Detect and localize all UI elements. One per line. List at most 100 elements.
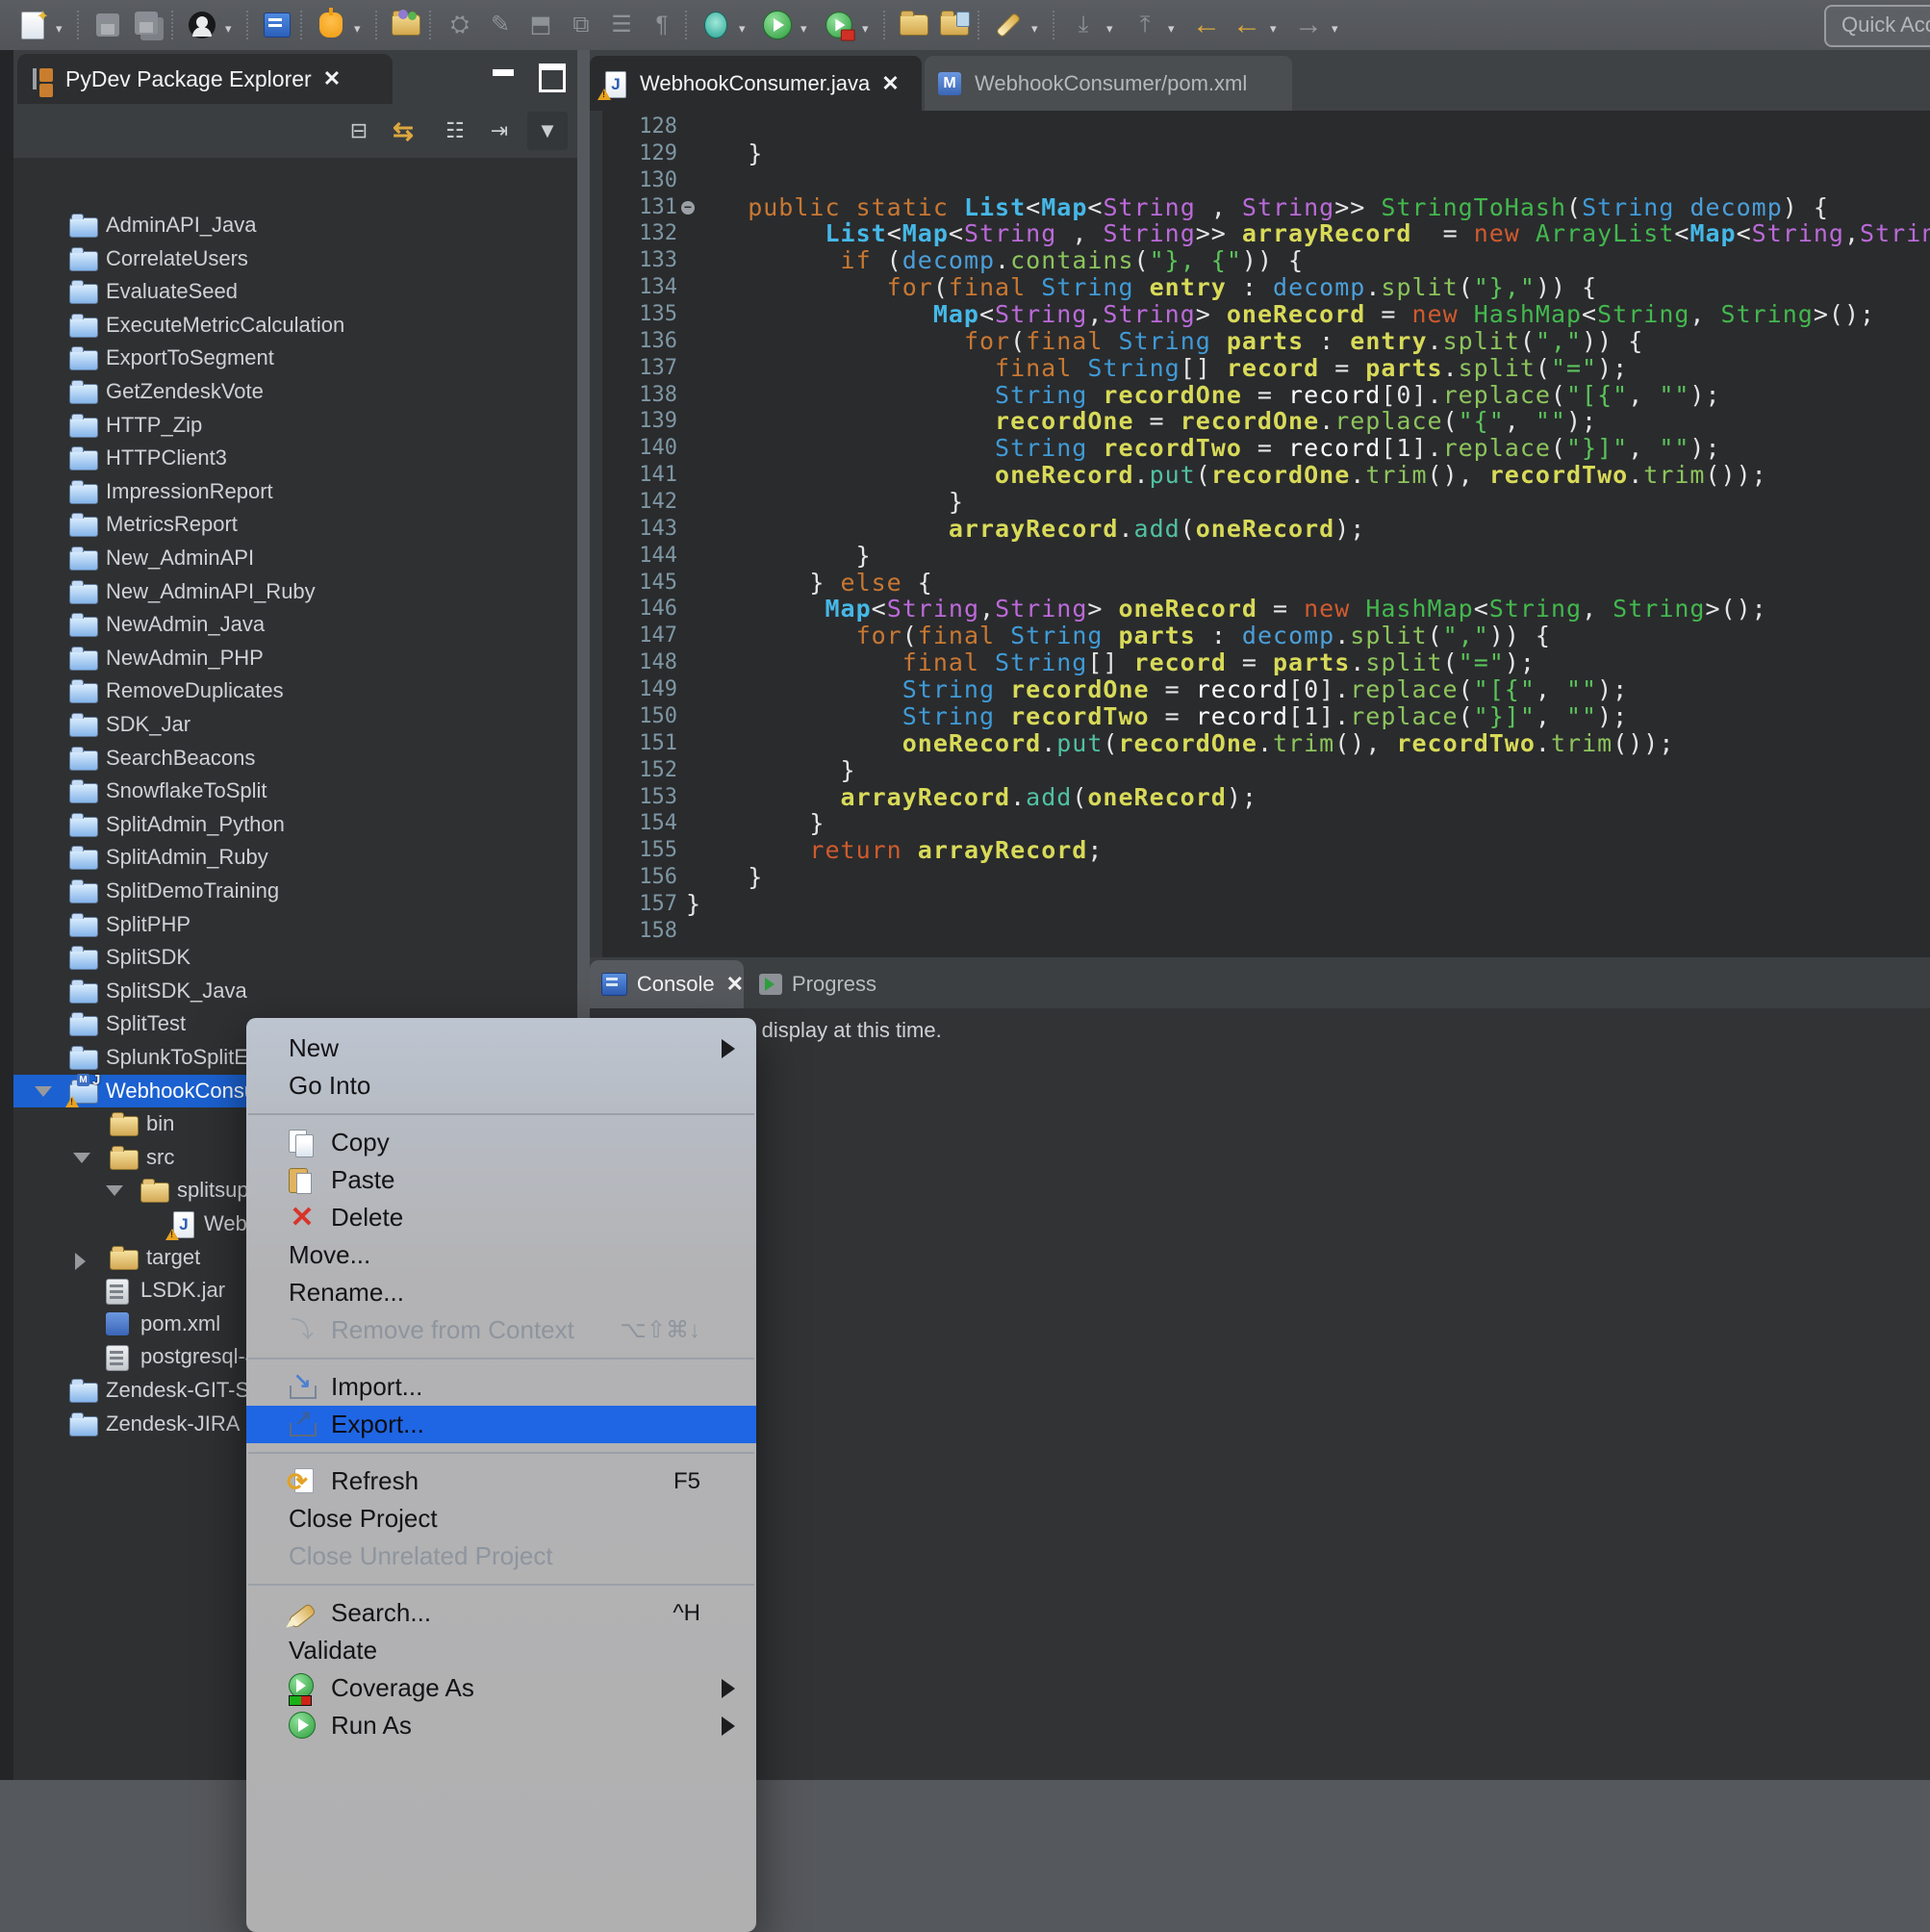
chevron-down-icon[interactable]: ▾ (56, 21, 63, 37)
tree-item-splitphp[interactable]: SplitPHP (13, 908, 577, 941)
collapse-all-icon[interactable]: ⊟ (339, 112, 379, 150)
folder-blue-icon (69, 578, 98, 605)
line-number: 128 (602, 114, 677, 140)
tree-item-splitadmin-ruby[interactable]: SplitAdmin_Ruby (13, 841, 577, 874)
view-menu-icon[interactable]: ▼ (527, 112, 568, 150)
expander-down-icon[interactable] (73, 1153, 90, 1163)
tree-item-removeduplicates[interactable]: RemoveDuplicates (13, 674, 577, 707)
tree-item-newadmin-php[interactable]: NewAdmin_PHP (13, 642, 577, 674)
tree-item-adminapi-java[interactable]: AdminAPI_Java (13, 209, 577, 242)
toolbar-separator (1053, 11, 1054, 39)
console-panel: Console ✕ Progress No consoles to displa… (590, 957, 1930, 1780)
quick-access-input[interactable]: Quick Acc (1824, 5, 1930, 47)
remote-console-icon[interactable] (260, 9, 294, 41)
tab-console[interactable]: Console ✕ (590, 960, 744, 1008)
menu-item-move[interactable]: Move... (246, 1236, 756, 1274)
open-resource-icon[interactable] (897, 9, 931, 41)
code-line-144: 144 } (590, 543, 1930, 570)
back-history-icon[interactable]: ← (1189, 9, 1224, 41)
close-icon[interactable]: ✕ (726, 972, 744, 997)
run-icon[interactable] (760, 9, 795, 41)
team-sync-icon: ⛭ (443, 9, 477, 41)
new-wizard-icon[interactable]: ✦ (15, 9, 50, 41)
tab-webhookconsumer-pom-xml[interactable]: M WebhookConsumer/pom.xml (925, 56, 1292, 111)
chevron-down-icon[interactable]: ▾ (1106, 21, 1113, 37)
tree-item-new-adminapi-ruby[interactable]: New_AdminAPI_Ruby (13, 575, 577, 608)
tree-item-splitsdk[interactable]: SplitSDK (13, 941, 577, 974)
open-type-icon[interactable] (389, 9, 423, 41)
menu-item-copy[interactable]: Copy (246, 1124, 756, 1161)
chevron-down-icon[interactable]: ▾ (800, 21, 807, 37)
back-icon[interactable]: ← (1230, 9, 1264, 41)
profile-icon[interactable] (822, 9, 856, 41)
export-icon (287, 1410, 317, 1440)
debug-icon[interactable] (698, 9, 733, 41)
open-task-icon[interactable] (937, 9, 972, 41)
tree-item-exporttosegment[interactable]: ExportToSegment (13, 342, 577, 374)
menu-item-run-as[interactable]: Run As (246, 1707, 756, 1744)
bug-report-icon[interactable] (314, 9, 348, 41)
tree-item-splitadmin-python[interactable]: SplitAdmin_Python (13, 808, 577, 841)
chevron-down-icon[interactable]: ▾ (225, 21, 232, 37)
menu-item-import[interactable]: Import... (246, 1368, 756, 1406)
chevron-down-icon[interactable]: ▾ (739, 21, 746, 37)
tree-item-getzendeskvote[interactable]: GetZendeskVote (13, 375, 577, 408)
expander-down-icon[interactable] (35, 1086, 52, 1097)
menu-item-rename[interactable]: Rename... (246, 1274, 756, 1311)
tree-item-evaluateseed[interactable]: EvaluateSeed (13, 275, 577, 308)
minimize-button[interactable] (493, 64, 525, 89)
tree-item-searchbeacons[interactable]: SearchBeacons (13, 742, 577, 775)
menu-item-label: Paste (331, 1165, 395, 1195)
menu-item-refresh[interactable]: RefreshF5 (246, 1462, 756, 1500)
menu-item-go-into[interactable]: Go Into (246, 1067, 756, 1105)
expander-right-icon[interactable] (75, 1253, 86, 1270)
close-icon[interactable]: ✕ (881, 71, 899, 96)
folder-blue-icon (69, 478, 98, 505)
menu-item-search[interactable]: Search...^H (246, 1594, 756, 1632)
tab-pydev-package-explorer[interactable]: PyDev Package Explorer ✕ (17, 54, 393, 104)
tree-item-new-adminapi[interactable]: New_AdminAPI (13, 542, 577, 574)
line-number: 136 (602, 328, 677, 355)
tree-item-splitsdk-java[interactable]: SplitSDK_Java (13, 975, 577, 1007)
menu-item-label: Remove from Context (331, 1315, 574, 1345)
code-editor[interactable]: 128129 }130131− public static List<Map<S… (590, 111, 1930, 957)
tree-item-executemetriccalculation[interactable]: ExecuteMetricCalculation (13, 309, 577, 342)
chevron-down-icon[interactable]: ▾ (1168, 21, 1175, 37)
tree-item-http-zip[interactable]: HTTP_Zip (13, 409, 577, 442)
import-icon (287, 1372, 317, 1403)
chevron-down-icon[interactable]: ▾ (862, 21, 869, 37)
tree-item-impressionreport[interactable]: ImpressionReport (13, 475, 577, 508)
close-icon[interactable]: ✕ (323, 66, 341, 91)
menu-item-validate[interactable]: Validate (246, 1632, 756, 1669)
menu-item-label: Close Project (289, 1504, 438, 1534)
filters-icon[interactable]: ☷ (435, 112, 475, 150)
chevron-down-icon[interactable]: ▾ (1332, 21, 1338, 37)
tree-item-sdk-jar[interactable]: SDK_Jar (13, 708, 577, 741)
chevron-down-icon[interactable]: ▾ (354, 21, 361, 37)
menu-item-close-project[interactable]: Close Project (246, 1500, 756, 1538)
expander-down-icon[interactable] (106, 1185, 123, 1196)
link-with-editor-icon[interactable]: ⇆ (383, 112, 423, 150)
tree-item-snowflaketosplit[interactable]: SnowflakeToSplit (13, 775, 577, 807)
tab-webhookconsumer-java[interactable]: J WebhookConsumer.java ✕ (590, 56, 922, 111)
chevron-down-icon[interactable]: ▾ (1270, 21, 1277, 37)
tree-item-splitdemotraining[interactable]: SplitDemoTraining (13, 875, 577, 907)
code-text: String recordTwo = record[1].replace("}]… (686, 703, 1628, 730)
tree-item-newadmin-java[interactable]: NewAdmin_Java (13, 608, 577, 641)
tab-progress[interactable]: Progress (753, 960, 936, 1008)
folder-blue-icon (69, 677, 98, 704)
menu-item-export[interactable]: Export... (246, 1406, 756, 1443)
tree-item-httpclient3[interactable]: HTTPClient3 (13, 442, 577, 474)
menu-item-coverage-as[interactable]: Coverage As (246, 1669, 756, 1707)
tree-item-metricsreport[interactable]: MetricsReport (13, 508, 577, 541)
menu-item-new[interactable]: New (246, 1030, 756, 1067)
menu-item-delete[interactable]: ✕Delete (246, 1199, 756, 1236)
tree-item-correlateusers[interactable]: CorrelateUsers (13, 242, 577, 275)
maximize-button[interactable] (539, 64, 571, 89)
user-profile-icon[interactable] (185, 9, 219, 41)
highlight-icon[interactable] (991, 9, 1026, 41)
tree-item-label: Zendesk-JIRA (106, 1411, 240, 1436)
focus-icon[interactable]: ⇥ (479, 112, 520, 150)
menu-item-paste[interactable]: Paste (246, 1161, 756, 1199)
chevron-down-icon[interactable]: ▾ (1031, 21, 1038, 37)
